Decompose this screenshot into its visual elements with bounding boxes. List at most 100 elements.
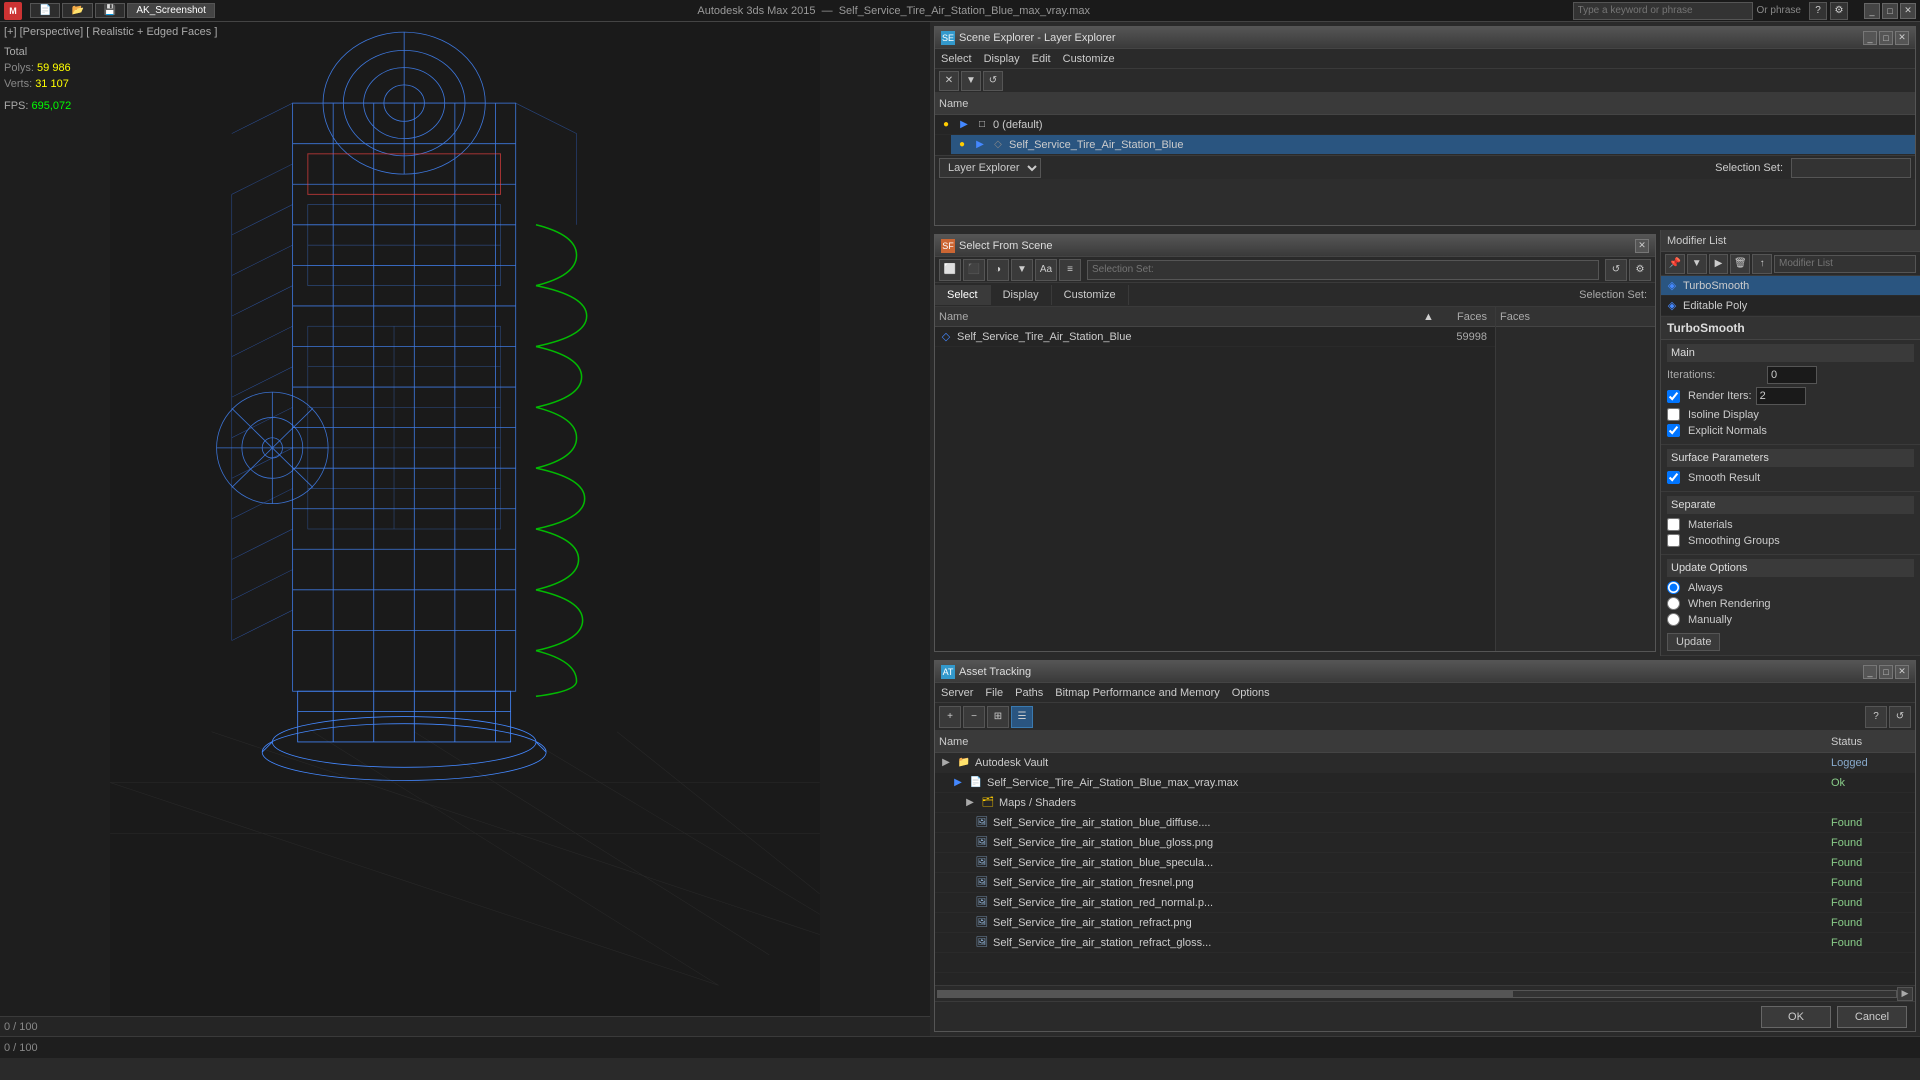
se-menu-display[interactable]: Display [984,53,1020,65]
mod-isoline-checkbox[interactable] [1667,408,1680,421]
mod-radio-manually[interactable] [1667,613,1680,626]
se-layer1-label: Self_Service_Tire_Air_Station_Blue [1009,139,1183,151]
at-remove-btn[interactable]: − [963,706,985,728]
mod-main-header[interactable]: Main [1667,344,1914,362]
se-menu-customize[interactable]: Customize [1063,53,1115,65]
mod-delete-icon[interactable]: 🗑 [1730,254,1750,274]
se-menu-select[interactable]: Select [941,53,972,65]
at-scroll-right-btn[interactable]: ▶ [1897,987,1913,1001]
sp-tab-select[interactable]: Select [935,285,991,305]
at-scrollbar-track[interactable] [937,990,1897,998]
sp-close-btn[interactable]: ✕ [1635,239,1649,253]
sp-tab-customize[interactable]: Customize [1052,285,1129,305]
minimize-btn[interactable]: _ [1864,3,1880,19]
se-explorer-type[interactable]: Layer Explorer [939,158,1041,178]
at-map-row-4[interactable]: 🖼 Self_Service_tire_air_station_red_norm… [935,893,1915,913]
mod-surface-header[interactable]: Surface Parameters [1667,449,1914,467]
at-map-row-1[interactable]: 🖼 Self_Service_tire_air_station_blue_glo… [935,833,1915,853]
icon-settings[interactable]: ⚙ [1830,2,1848,20]
viewport-3d[interactable]: [+] [Perspective] [ Realistic + Edged Fa… [0,22,930,1036]
se-menu-edit[interactable]: Edit [1032,53,1051,65]
at-menu-bitmap[interactable]: Bitmap Performance and Memory [1055,687,1219,699]
at-maps-row[interactable]: ▶ 🗂 Maps / Shaders [935,793,1915,813]
mod-search-input[interactable] [1774,255,1916,273]
at-map-row-0[interactable]: 🖼 Self_Service_tire_air_station_blue_dif… [935,813,1915,833]
mod-smoothing-checkbox[interactable] [1667,534,1680,547]
se-header: Name [935,93,1915,115]
at-refresh-btn[interactable]: ↺ [1889,706,1911,728]
at-maxfile-row[interactable]: ▶ 📄 Self_Service_Tire_Air_Station_Blue_m… [935,773,1915,793]
close-btn[interactable]: ✕ [1900,3,1916,19]
mod-move-up-icon[interactable]: ↑ [1752,254,1772,274]
search-input[interactable] [1573,2,1753,20]
tab-open[interactable]: 📂 [62,3,92,18]
mod-iterations-input[interactable] [1767,366,1817,384]
se-refresh-icon[interactable]: ↺ [983,71,1003,91]
se-layer0-label: 0 (default) [993,119,1043,131]
verts-stat: Verts: 31 107 [4,76,71,92]
tab-screenshot[interactable]: AK_Screenshot [127,3,215,18]
at-scrollbar-thumb[interactable] [938,991,1513,997]
se-close-btn[interactable]: ✕ [1895,31,1909,45]
at-map-row-2[interactable]: 🖼 Self_Service_tire_air_station_blue_spe… [935,853,1915,873]
mod-explicit-normals-checkbox[interactable] [1667,424,1680,437]
at-map-row-3[interactable]: 🖼 Self_Service_tire_air_station_fresnel.… [935,873,1915,893]
at-add-btn[interactable]: + [939,706,961,728]
se-minimize-btn[interactable]: _ [1863,31,1877,45]
mod-pin-icon[interactable]: 📌 [1665,254,1685,274]
se-selection-set-input[interactable] [1791,158,1911,178]
scene-explorer-content: Name ● ▶ □ 0 (default) ● ▶ ◇ Self_Servic… [935,93,1915,155]
sp-tab-display[interactable]: Display [991,285,1052,305]
asset-tracking-menubar: Server File Paths Bitmap Performance and… [935,683,1915,703]
at-ok-btn[interactable]: OK [1761,1006,1831,1028]
at-close-btn[interactable]: ✕ [1895,665,1909,679]
at-menu-file[interactable]: File [985,687,1003,699]
mod-radio-always[interactable] [1667,581,1680,594]
sp-none-btn[interactable]: ⬛ [963,259,985,281]
tab-save[interactable]: 💾 [95,3,125,18]
mod-item-icon-0: ◈ [1665,279,1679,293]
at-maximize-btn[interactable]: □ [1879,665,1893,679]
se-layer-1-row[interactable]: ● ▶ ◇ Self_Service_Tire_Air_Station_Blue [951,135,1915,155]
sp-refresh-btn[interactable]: ↺ [1605,259,1627,281]
mod-update-btn[interactable]: Update [1667,633,1720,651]
at-cancel-btn[interactable]: Cancel [1837,1006,1907,1028]
sp-type-btn[interactable]: ▼ [1011,259,1033,281]
mod-item-editablepoly[interactable]: ◈ Editable Poly [1661,296,1920,316]
mod-collapse-icon[interactable]: ▼ [1687,254,1707,274]
at-help-btn[interactable]: ? [1865,706,1887,728]
sp-search-input[interactable] [1087,260,1599,280]
mod-radio-when[interactable] [1667,597,1680,610]
at-menu-server[interactable]: Server [941,687,973,699]
sp-settings-btn[interactable]: ⚙ [1629,259,1651,281]
at-minimize-btn[interactable]: _ [1863,665,1877,679]
at-list-btn[interactable]: ☰ [1011,706,1033,728]
at-grid-btn[interactable]: ⊞ [987,706,1009,728]
mod-materials-label: Materials [1667,518,1733,531]
maximize-btn[interactable]: □ [1882,3,1898,19]
se-close-icon[interactable]: ✕ [939,71,959,91]
mod-item-turbosmooth[interactable]: ◈ TurboSmooth [1661,276,1920,296]
mod-materials-checkbox[interactable] [1667,518,1680,531]
at-map-row-6[interactable]: 🖼 Self_Service_tire_air_station_refract_… [935,933,1915,953]
sp-all-btn[interactable]: ⬜ [939,259,961,281]
sp-exact-btn[interactable]: ≡ [1059,259,1081,281]
mod-render-iters-input[interactable] [1756,387,1806,405]
at-menu-paths[interactable]: Paths [1015,687,1043,699]
sp-case-btn[interactable]: Aa [1035,259,1057,281]
sp-object-row-0[interactable]: ◇ Self_Service_Tire_Air_Station_Blue 599… [935,327,1495,347]
mod-update-header[interactable]: Update Options [1667,559,1914,577]
tab-new[interactable]: 📄 [30,3,60,18]
mod-expand-icon[interactable]: ▶ [1709,254,1729,274]
se-filter-icon[interactable]: ▼ [961,71,981,91]
at-map-row-5[interactable]: 🖼 Self_Service_tire_air_station_refract.… [935,913,1915,933]
mod-separate-header[interactable]: Separate [1667,496,1914,514]
mod-smooth-result-checkbox[interactable] [1667,471,1680,484]
se-maximize-btn[interactable]: □ [1879,31,1893,45]
se-layer-0-row[interactable]: ● ▶ □ 0 (default) [935,115,1915,135]
at-menu-options[interactable]: Options [1232,687,1270,699]
at-vault-row[interactable]: ▶ 📁 Autodesk Vault Logged [935,753,1915,773]
mod-render-iters-checkbox[interactable] [1667,390,1680,403]
sp-invert-btn[interactable]: ◑ [987,259,1009,281]
icon-help[interactable]: ? [1809,2,1827,20]
